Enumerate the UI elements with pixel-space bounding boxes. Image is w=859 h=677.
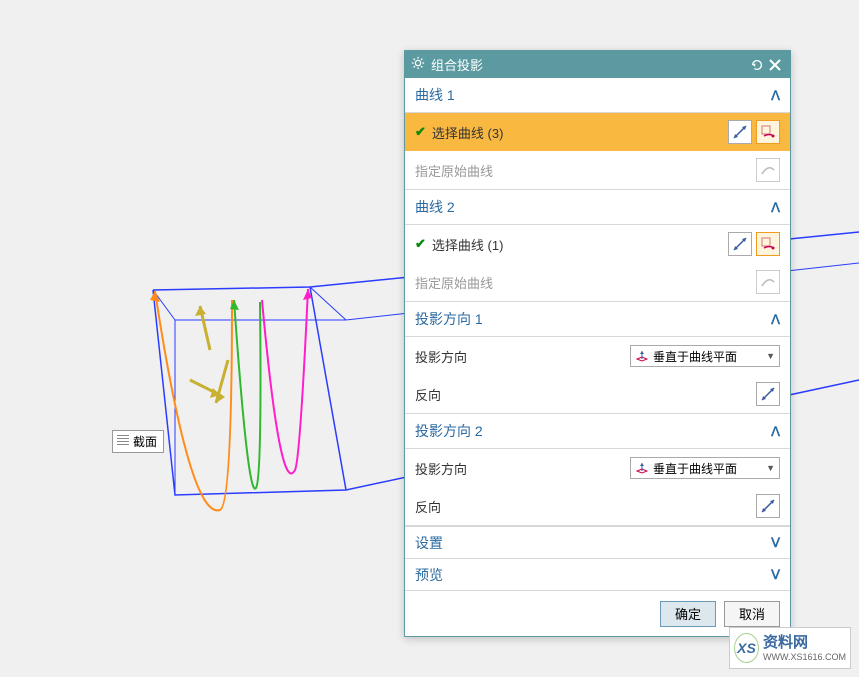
cancel-button[interactable]: 取消 bbox=[724, 601, 780, 627]
check-icon: ✔ bbox=[415, 236, 426, 252]
curve2-specify-original-row: 指定原始曲线 bbox=[405, 263, 790, 301]
section-preview-label: 预览 bbox=[415, 565, 771, 585]
watermark-title: 资料网 bbox=[763, 634, 846, 652]
projdir1-dropdown-value: 垂直于曲线平面 bbox=[653, 348, 766, 365]
ok-button[interactable]: 确定 bbox=[660, 601, 716, 627]
curve1-specify-original-label: 指定原始曲线 bbox=[415, 161, 752, 180]
chevron-up-icon: ᐱ bbox=[771, 92, 780, 99]
section-tag-label: 截面 bbox=[133, 435, 157, 449]
projdir2-method-row: 投影方向 垂直于曲线平面 ▼ bbox=[405, 449, 790, 487]
curve1-select-label: 选择曲线 (3) bbox=[432, 123, 724, 142]
perpendicular-plane-icon bbox=[635, 461, 649, 475]
projdir2-reverse-label: 反向 bbox=[415, 497, 495, 516]
section-projdir1-body: 投影方向 垂直于曲线平面 ▼ 反向 bbox=[405, 337, 790, 414]
section-curve2-body: ✔ 选择曲线 (1) 指定原始曲线 bbox=[405, 225, 790, 302]
projdir2-method-label: 投影方向 bbox=[415, 459, 495, 478]
section-curve1-header[interactable]: 曲线 1 ᐱ bbox=[405, 78, 790, 113]
curve2-select-label: 选择曲线 (1) bbox=[432, 235, 724, 254]
section-projdir1-label: 投影方向 1 bbox=[415, 309, 771, 329]
watermark-logo: XS bbox=[734, 633, 759, 663]
combined-projection-dialog: 组合投影 曲线 1 ᐱ ✔ 选择曲线 (3) 指定原始曲线 bbox=[404, 50, 791, 637]
curve-on-surface-icon[interactable] bbox=[756, 120, 780, 144]
chevron-up-icon: ᐱ bbox=[771, 316, 780, 323]
reverse-direction-button[interactable] bbox=[756, 494, 780, 518]
chevron-down-icon: ᐯ bbox=[771, 535, 780, 551]
projdir2-reverse-row: 反向 bbox=[405, 487, 790, 525]
perpendicular-plane-icon bbox=[635, 349, 649, 363]
projdir2-dropdown[interactable]: 垂直于曲线平面 ▼ bbox=[630, 457, 780, 479]
section-curve2-header[interactable]: 曲线 2 ᐱ bbox=[405, 190, 790, 225]
reset-icon[interactable] bbox=[748, 56, 766, 74]
swap-direction-icon[interactable] bbox=[728, 232, 752, 256]
curve1-select-row[interactable]: ✔ 选择曲线 (3) bbox=[405, 113, 790, 151]
section-curve1-body: ✔ 选择曲线 (3) 指定原始曲线 bbox=[405, 113, 790, 190]
section-projdir2-header[interactable]: 投影方向 2 ᐱ bbox=[405, 414, 790, 449]
reverse-direction-button[interactable] bbox=[756, 382, 780, 406]
projdir1-reverse-row: 反向 bbox=[405, 375, 790, 413]
dialog-titlebar[interactable]: 组合投影 bbox=[405, 51, 790, 78]
tangent-curve-icon bbox=[756, 270, 780, 294]
chevron-up-icon: ᐱ bbox=[771, 428, 780, 435]
section-settings-header[interactable]: 设置 ᐯ bbox=[405, 526, 790, 558]
projdir1-reverse-label: 反向 bbox=[415, 385, 495, 404]
section-settings-label: 设置 bbox=[415, 533, 771, 553]
projdir1-method-label: 投影方向 bbox=[415, 347, 495, 366]
chevron-up-icon: ᐱ bbox=[771, 204, 780, 211]
section-curve2-label: 曲线 2 bbox=[415, 197, 771, 217]
section-view-tag[interactable]: 截面 bbox=[112, 430, 164, 453]
tangent-curve-icon bbox=[756, 158, 780, 182]
projdir1-dropdown[interactable]: 垂直于曲线平面 ▼ bbox=[630, 345, 780, 367]
watermark-url: WWW.XS1616.COM bbox=[763, 652, 846, 663]
section-projdir1-header[interactable]: 投影方向 1 ᐱ bbox=[405, 302, 790, 337]
dialog-title-text: 组合投影 bbox=[431, 55, 483, 74]
check-icon: ✔ bbox=[415, 124, 426, 140]
section-preview-header[interactable]: 预览 ᐯ bbox=[405, 558, 790, 590]
chevron-down-icon: ▼ bbox=[766, 463, 775, 473]
section-projdir2-label: 投影方向 2 bbox=[415, 421, 771, 441]
section-projdir2-body: 投影方向 垂直于曲线平面 ▼ 反向 bbox=[405, 449, 790, 526]
chevron-down-icon: ▼ bbox=[766, 351, 775, 361]
gear-icon[interactable] bbox=[411, 56, 425, 73]
close-icon[interactable] bbox=[766, 56, 784, 74]
swap-direction-icon[interactable] bbox=[728, 120, 752, 144]
curve2-select-row[interactable]: ✔ 选择曲线 (1) bbox=[405, 225, 790, 263]
curve2-specify-original-label: 指定原始曲线 bbox=[415, 273, 752, 292]
projdir1-method-row: 投影方向 垂直于曲线平面 ▼ bbox=[405, 337, 790, 375]
curve-on-surface-icon[interactable] bbox=[756, 232, 780, 256]
section-curve1-label: 曲线 1 bbox=[415, 85, 771, 105]
projdir2-dropdown-value: 垂直于曲线平面 bbox=[653, 460, 766, 477]
watermark: XS 资料网 WWW.XS1616.COM bbox=[729, 627, 851, 669]
chevron-down-icon: ᐯ bbox=[771, 567, 780, 583]
curve1-specify-original-row: 指定原始曲线 bbox=[405, 151, 790, 189]
